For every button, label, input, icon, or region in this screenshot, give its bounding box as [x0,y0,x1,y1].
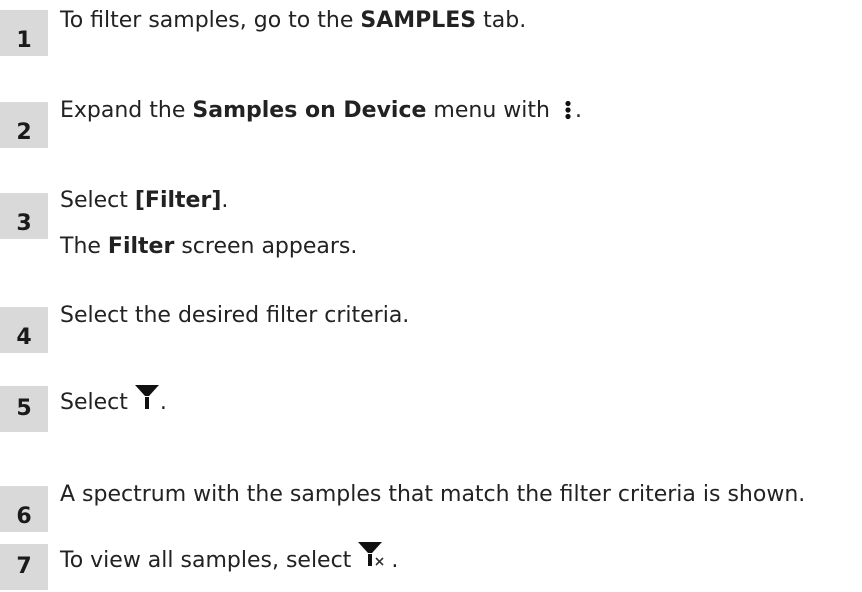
step-text: To view all samples, select . [60,540,398,573]
step-text-bold: Samples on Device [192,98,427,123]
step-text-end: . [391,548,399,573]
step-text-bold: SAMPLES [360,8,477,33]
step-text: Select . [60,382,167,415]
step-text: A spectrum with the samples that match t… [60,482,806,507]
step-number: 2 [0,102,48,148]
step-text-pre: Select [60,390,128,415]
step-result-post: screen appears. [174,234,358,259]
step-text-pre: Select [60,188,135,213]
step-number: 3 [0,193,48,239]
step-result: The Filter screen appears. [60,232,357,262]
step-text: Select [Filter]. [60,186,228,216]
step-text-post: . [221,188,229,213]
step-number: 5 [0,386,48,432]
step-text-post: tab. [476,8,527,33]
step-number: 1 [0,10,48,56]
step-number: 7 [0,544,48,590]
step-text-end: . [574,98,582,123]
step-number: 4 [0,307,48,353]
step-text-post: menu with [426,98,557,123]
step-text-end: . [159,390,167,415]
step-text: Select the desired filter criteria. [60,303,410,328]
step-text: Expand the Samples on Device menu with . [60,96,582,126]
filter-clear-icon [357,540,391,570]
step-text-pre: To view all samples, select [60,548,352,573]
filter-icon [134,383,160,411]
step-text-pre: To filter samples, go to the [60,8,361,33]
step-result-bold: Filter [107,234,175,259]
step-text-bold: [Filter] [134,188,222,213]
step-number: 6 [0,486,48,532]
step-result-pre: The [60,234,108,259]
step-text-pre: Expand the [60,98,193,123]
more-vertical-icon [563,100,573,122]
step-text: To filter samples, go to the SAMPLES tab… [60,6,526,36]
